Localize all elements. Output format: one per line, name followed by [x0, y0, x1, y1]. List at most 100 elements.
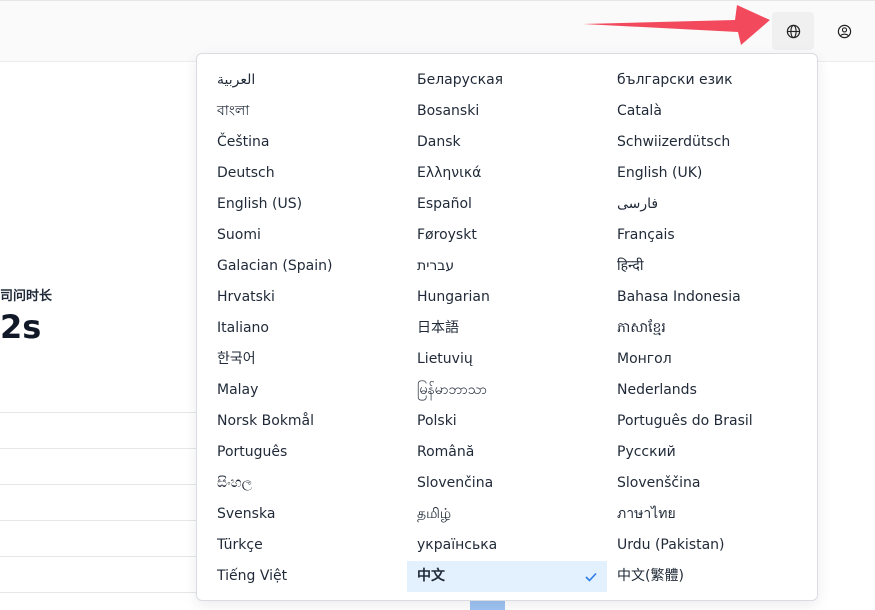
table-divider — [0, 520, 200, 521]
language-option-label: Tiếng Việt — [217, 568, 288, 584]
user-circle-icon — [837, 24, 851, 38]
language-option-label: українська — [417, 537, 498, 553]
language-option[interactable]: Galacian (Spain) — [207, 251, 407, 282]
language-option[interactable]: Bosanski — [407, 96, 607, 127]
language-option[interactable]: Polski — [407, 406, 607, 437]
language-option[interactable]: Schwiizerdütsch — [607, 127, 807, 158]
language-option[interactable]: Suomi — [207, 220, 407, 251]
language-option-label: Deutsch — [217, 165, 275, 181]
account-button[interactable] — [823, 12, 865, 50]
language-option-label: Беларуская — [417, 72, 504, 88]
language-option[interactable]: Bahasa Indonesia — [607, 282, 807, 313]
language-option-label: Urdu (Pakistan) — [617, 537, 725, 553]
language-option[interactable]: ភាសាខ្មែរ — [607, 313, 807, 344]
language-option[interactable]: हिन्दी — [607, 251, 807, 282]
language-option-label: Português — [217, 444, 288, 460]
language-option[interactable]: English (US) — [207, 189, 407, 220]
language-option[interactable]: English (UK) — [607, 158, 807, 189]
language-option[interactable]: Română — [407, 437, 607, 468]
metric-value: 2s — [0, 308, 42, 346]
language-option-label: සිංහල — [217, 475, 253, 491]
language-option[interactable]: Dansk — [407, 127, 607, 158]
language-option-label: မြန်မာဘာသာ — [417, 382, 487, 398]
language-option[interactable]: ภาษาไทย — [607, 499, 807, 530]
top-border — [0, 0, 875, 1]
language-option-label: ภาษาไทย — [617, 506, 676, 522]
language-option[interactable]: العربية — [207, 65, 407, 96]
language-option[interactable]: Беларуская — [407, 65, 607, 96]
language-option[interactable]: Türkçe — [207, 530, 407, 561]
language-option[interactable]: فارسی — [607, 189, 807, 220]
language-option-label: 中文 — [417, 568, 445, 584]
language-option[interactable]: 中文 — [407, 561, 607, 592]
metric-label: 司问时长 — [0, 289, 53, 304]
language-option[interactable]: Hungarian — [407, 282, 607, 313]
language-option[interactable]: සිංහල — [207, 468, 407, 499]
language-option[interactable]: Lietuvių — [407, 344, 607, 375]
language-option[interactable]: български език — [607, 65, 807, 96]
language-option[interactable]: Català — [607, 96, 807, 127]
check-icon — [585, 561, 597, 592]
language-option-label: Norsk Bokmål — [217, 413, 315, 429]
table-divider — [0, 484, 200, 485]
language-option[interactable]: Ελληνικά — [407, 158, 607, 189]
language-option-label: Català — [617, 103, 662, 119]
table-divider — [0, 448, 200, 449]
language-option-label: Dansk — [417, 134, 461, 150]
language-option[interactable]: தமிழ் — [407, 499, 607, 530]
language-option-label: বাংলা — [217, 103, 250, 119]
language-option-label: 한국어 — [217, 351, 256, 367]
language-option[interactable]: Русский — [607, 437, 807, 468]
language-option-label: Malay — [217, 382, 259, 398]
language-option[interactable]: Español — [407, 189, 607, 220]
background-bar — [470, 600, 505, 610]
language-option-label: Bosanski — [417, 103, 480, 119]
language-option-label: Français — [617, 227, 675, 243]
language-option[interactable]: Tiếng Việt — [207, 561, 407, 592]
language-option[interactable]: Hrvatski — [207, 282, 407, 313]
language-option-label: Ελληνικά — [417, 165, 482, 181]
language-option[interactable]: Malay — [207, 375, 407, 406]
language-option-label: Português do Brasil — [617, 413, 753, 429]
language-option[interactable]: Nederlands — [607, 375, 807, 406]
language-option-label: Slovenčina — [417, 475, 494, 491]
language-option-label: Føroyskt — [417, 227, 477, 243]
language-list: العربية Беларуская български език বাংলা Bosa… — [207, 65, 807, 592]
table-divider — [0, 556, 200, 557]
language-option-label: Nederlands — [617, 382, 697, 398]
language-option-label: Slovenščina — [617, 475, 701, 491]
language-option[interactable]: Føroyskt — [407, 220, 607, 251]
language-option[interactable]: বাংলা — [207, 96, 407, 127]
language-option-label: हिन्दी — [617, 258, 644, 274]
language-option-label: Русский — [617, 444, 676, 460]
language-option[interactable]: မြန်မာဘာသာ — [407, 375, 607, 406]
language-option[interactable]: Slovenščina — [607, 468, 807, 499]
language-option[interactable]: 한국어 — [207, 344, 407, 375]
language-option[interactable]: Norsk Bokmål — [207, 406, 407, 437]
language-option[interactable]: 中文(繁體) — [607, 561, 807, 592]
language-option[interactable]: Italiano — [207, 313, 407, 344]
language-option-label: Hungarian — [417, 289, 490, 305]
language-option[interactable]: Português — [207, 437, 407, 468]
language-option[interactable]: Slovenčina — [407, 468, 607, 499]
language-option[interactable]: Deutsch — [207, 158, 407, 189]
language-option[interactable]: Português do Brasil — [607, 406, 807, 437]
language-button[interactable] — [772, 12, 814, 50]
language-option-label: ភាសាខ្មែរ — [617, 320, 666, 336]
language-dropdown: العربية Беларуская български език বাংলা Bosa… — [196, 53, 818, 601]
language-option[interactable]: Urdu (Pakistan) — [607, 530, 807, 561]
language-option[interactable]: Монгол — [607, 344, 807, 375]
language-option-label: Română — [417, 444, 475, 460]
language-option-label: Galacian (Spain) — [217, 258, 333, 274]
language-option[interactable]: 日本語 — [407, 313, 607, 344]
language-option-label: 中文(繁體) — [617, 568, 684, 584]
language-option[interactable]: עברית — [407, 251, 607, 282]
language-option[interactable]: Français — [607, 220, 807, 251]
language-option[interactable]: українська — [407, 530, 607, 561]
language-option[interactable]: Svenska — [207, 499, 407, 530]
language-option-label: فارسی — [617, 196, 659, 212]
language-option[interactable]: Čeština — [207, 127, 407, 158]
language-option-label: Čeština — [217, 134, 270, 150]
language-option-label: Italiano — [217, 320, 269, 336]
table-divider — [0, 592, 200, 593]
